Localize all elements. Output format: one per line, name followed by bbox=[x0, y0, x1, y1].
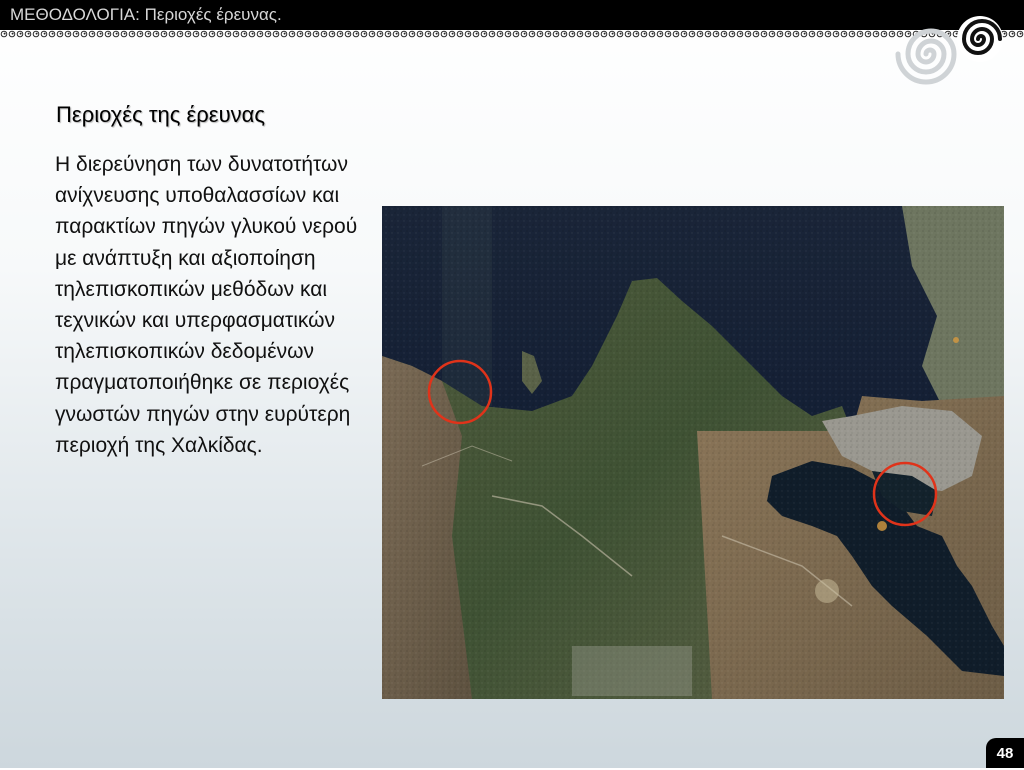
decorative-spiral-border bbox=[0, 30, 1024, 38]
description-paragraph: Η διερεύνηση των δυνατοτήτων ανίχνευσης … bbox=[55, 153, 358, 457]
satellite-map-image bbox=[382, 206, 1004, 699]
slide-section-title: ΜΕΘΟΔΟΛΟΓΙΑ: Περιοχές έρευνας. bbox=[10, 5, 282, 24]
spiral-logo-icon bbox=[895, 16, 1003, 85]
header-bar: ΜΕΘΟΔΟΛΟΓΙΑ: Περιοχές έρευνας. bbox=[0, 0, 1024, 30]
page-number: 48 bbox=[986, 738, 1024, 768]
section-heading: Περιοχές της έρευνας bbox=[56, 102, 265, 127]
